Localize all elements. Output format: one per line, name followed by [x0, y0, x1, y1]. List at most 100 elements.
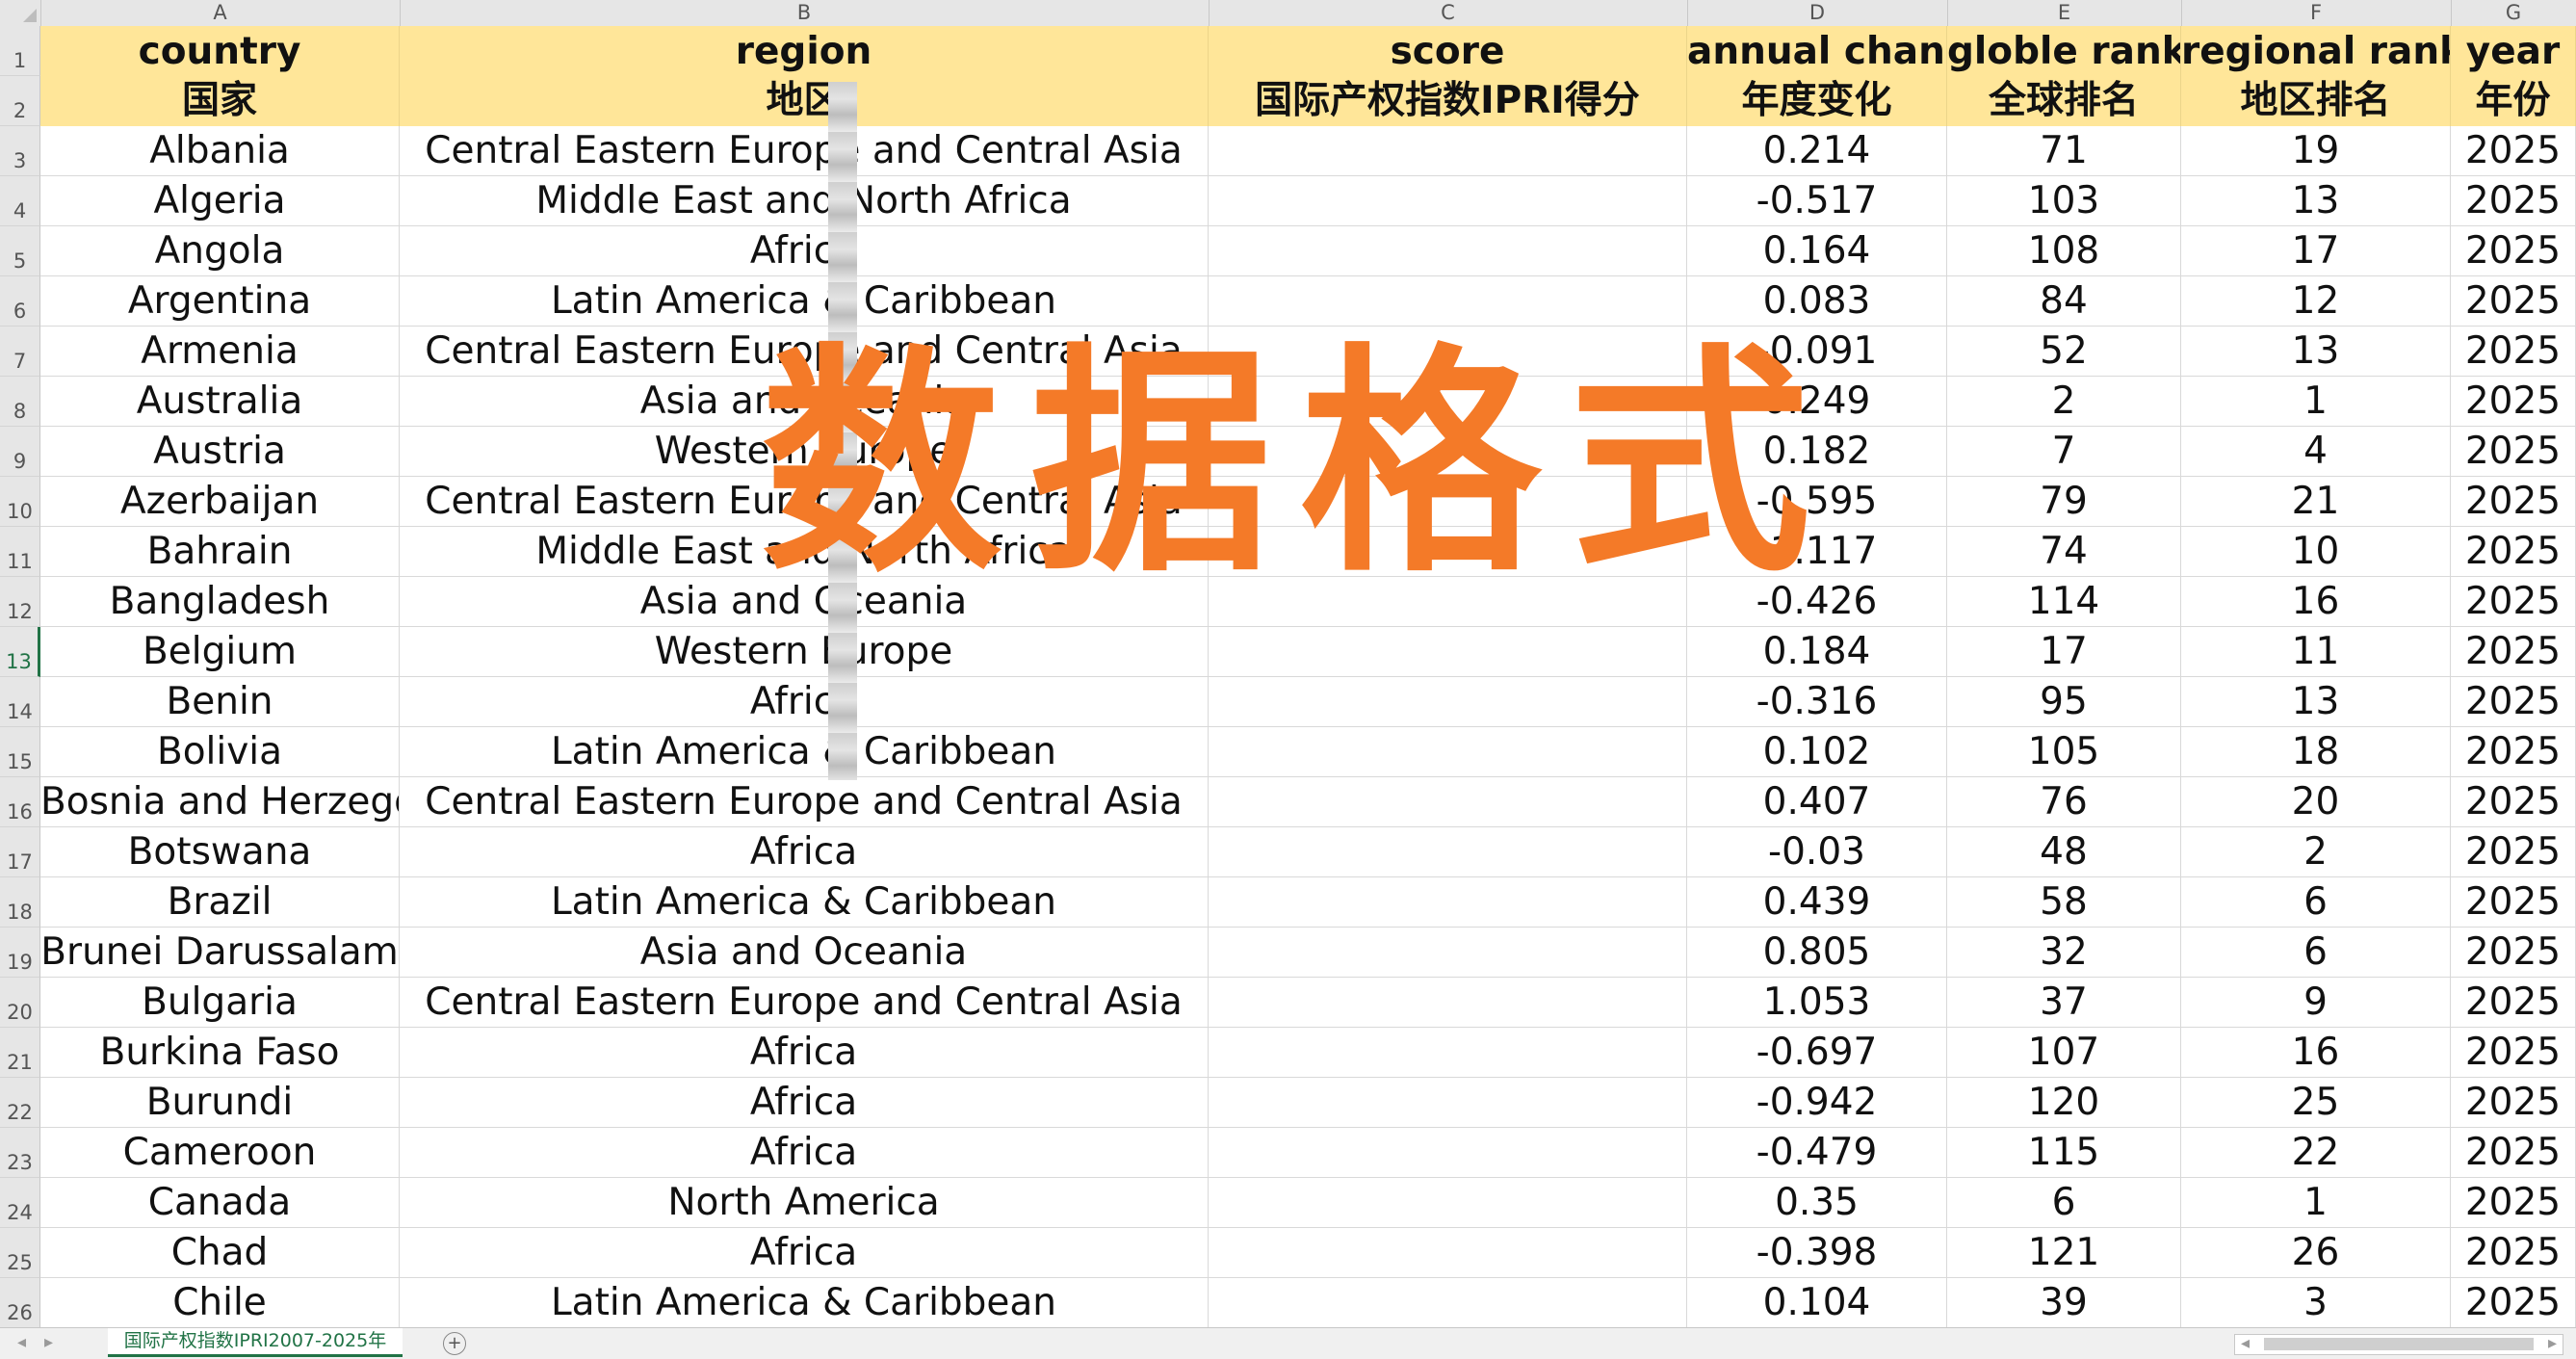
cell-change[interactable]: -0.942 — [1687, 1078, 1947, 1128]
cell-region[interactable]: Latin America & Caribbean — [400, 877, 1209, 928]
cell-year[interactable]: 2025 — [2451, 777, 2576, 827]
cell-rrank[interactable]: 21 — [2181, 477, 2451, 527]
row-header-20[interactable]: 20 — [0, 978, 40, 1028]
cell-region[interactable]: Africa — [400, 1078, 1209, 1128]
column-header-d[interactable]: D — [1687, 0, 1948, 26]
cell-rrank[interactable]: 20 — [2181, 777, 2451, 827]
cell-region[interactable]: Central Eastern Europe and Central Asia — [400, 126, 1209, 176]
row-header-11[interactable]: 11 — [0, 527, 40, 577]
cell-rrank[interactable]: 16 — [2181, 577, 2451, 627]
cell-region[interactable]: Africa — [400, 1028, 1209, 1078]
cell-rrank[interactable]: 9 — [2181, 978, 2451, 1028]
cell-grank[interactable]: 95 — [1947, 677, 2181, 727]
cell-rrank[interactable]: 11 — [2181, 627, 2451, 677]
cell-change[interactable]: -0.517 — [1687, 176, 1947, 226]
cell-rrank[interactable]: 10 — [2181, 527, 2451, 577]
next-sheet-icon[interactable]: ▸ — [44, 1332, 53, 1352]
cell-year[interactable]: 2025 — [2451, 827, 2576, 877]
cell-country[interactable]: Australia — [40, 377, 400, 427]
column-header-f[interactable]: F — [2181, 0, 2452, 26]
row-header-22[interactable]: 22 — [0, 1078, 40, 1128]
add-sheet-button[interactable]: + — [443, 1332, 466, 1355]
header-cell[interactable]: country 国家 — [40, 26, 400, 126]
cell-grank[interactable]: 32 — [1947, 928, 2181, 978]
cell-rrank[interactable]: 17 — [2181, 226, 2451, 276]
cell-change[interactable]: 0.35 — [1687, 1178, 1947, 1228]
cell-change[interactable]: -0.697 — [1687, 1028, 1947, 1078]
header-cell[interactable]: score 国际产权指数IPRI得分 — [1209, 26, 1687, 126]
cell-score[interactable]: 366 — [1209, 727, 1687, 777]
cell-country[interactable]: Angola — [40, 226, 400, 276]
cell-country[interactable]: Botswana — [40, 827, 400, 877]
sheet-tab-active[interactable]: 国际产权指数IPRI2007-2025年 — [108, 1328, 403, 1357]
cell-year[interactable]: 2025 — [2451, 1228, 2576, 1278]
cell-rrank[interactable]: 13 — [2181, 677, 2451, 727]
cell-rrank[interactable]: 3 — [2181, 1278, 2451, 1328]
cell-change[interactable]: 0.102 — [1687, 727, 1947, 777]
cell-rrank[interactable]: 6 — [2181, 928, 2451, 978]
cell-country[interactable]: Bulgaria — [40, 978, 400, 1028]
cell-score[interactable]: 392 — [1209, 1028, 1687, 1078]
cell-change[interactable]: 0.164 — [1687, 226, 1947, 276]
cell-change[interactable]: 0.214 — [1687, 126, 1947, 176]
scroll-left-icon[interactable]: ◂ — [2241, 1333, 2250, 1353]
cell-change[interactable]: -0.316 — [1687, 677, 1947, 727]
cell-grank[interactable]: 37 — [1947, 978, 2181, 1028]
cell-rrank[interactable]: 2 — [2181, 827, 2451, 877]
cell-grank[interactable]: 39 — [1947, 1278, 2181, 1328]
row-header-2[interactable]: 2 — [0, 76, 40, 126]
cell-rrank[interactable]: 25 — [2181, 1078, 2451, 1128]
row-header-24[interactable]: 24 — [0, 1178, 40, 1228]
row-header-9[interactable]: 9 — [0, 427, 40, 477]
cell-country[interactable]: Bosnia and Herzegovina — [40, 777, 400, 827]
cell-rrank[interactable]: 18 — [2181, 727, 2451, 777]
cell-year[interactable]: 2025 — [2451, 677, 2576, 727]
cell-grank[interactable]: 108 — [1947, 226, 2181, 276]
row-header-16[interactable]: 16 — [0, 777, 40, 827]
cell-change[interactable]: 0.104 — [1687, 1278, 1947, 1328]
cell-score[interactable]: 325 — [1209, 176, 1687, 226]
cell-year[interactable]: 2025 — [2451, 1278, 2576, 1328]
cell-grank[interactable]: 79 — [1947, 477, 2181, 527]
row-header-12[interactable]: 12 — [0, 577, 40, 627]
cell-year[interactable]: 2025 — [2451, 276, 2576, 327]
cell-year[interactable]: 2025 — [2451, 577, 2576, 627]
cell-change[interactable]: -0.479 — [1687, 1128, 1947, 1178]
cell-grank[interactable]: 7 — [1947, 427, 2181, 477]
row-header-25[interactable]: 25 — [0, 1228, 40, 1278]
row-header-4[interactable]: 4 — [0, 176, 40, 226]
cell-grank[interactable]: 6 — [1947, 1178, 2181, 1228]
row-header-19[interactable]: 19 — [0, 928, 40, 978]
cell-grank[interactable]: 84 — [1947, 276, 2181, 327]
cell-country[interactable]: Bangladesh — [40, 577, 400, 627]
cell-year[interactable]: 2025 — [2451, 377, 2576, 427]
cell-change[interactable]: 0.805 — [1687, 928, 1947, 978]
cell-score[interactable]: 225 — [1209, 1228, 1687, 1278]
cell-score[interactable]: 6 — [1209, 1128, 1687, 1178]
cell-country[interactable]: Canada — [40, 1178, 400, 1228]
cell-region[interactable]: Latin America & Caribbean — [400, 1278, 1209, 1328]
row-header-13[interactable]: 13 — [0, 627, 40, 677]
cell-score[interactable]: 644 — [1209, 928, 1687, 978]
cell-country[interactable]: Brazil — [40, 877, 400, 928]
row-header-21[interactable]: 21 — [0, 1028, 40, 1078]
cell-country[interactable]: Armenia — [40, 327, 400, 377]
cell-country[interactable]: Austria — [40, 427, 400, 477]
scroll-right-icon[interactable]: ▸ — [2548, 1333, 2557, 1353]
cell-grank[interactable]: 52 — [1947, 327, 2181, 377]
cell-rrank[interactable]: 26 — [2181, 1228, 2451, 1278]
column-header-b[interactable]: B — [400, 0, 1210, 26]
cell-year[interactable]: 2025 — [2451, 1028, 2576, 1078]
row-header-8[interactable]: 8 — [0, 377, 40, 427]
cell-country[interactable]: Azerbaijan — [40, 477, 400, 527]
row-header-23[interactable]: 23 — [0, 1128, 40, 1178]
cell-year[interactable]: 2025 — [2451, 1128, 2576, 1178]
column-header-a[interactable]: A — [40, 0, 401, 26]
cell-grank[interactable]: 103 — [1947, 176, 2181, 226]
cell-rrank[interactable]: 6 — [2181, 877, 2451, 928]
cell-rrank[interactable]: 22 — [2181, 1128, 2451, 1178]
header-cell[interactable]: globle rank 全球排名 — [1947, 26, 2181, 126]
row-header-3[interactable]: 3 — [0, 126, 40, 176]
cell-score[interactable]: 4 — [1209, 677, 1687, 727]
cell-region[interactable]: Asia and Oceania — [400, 928, 1209, 978]
